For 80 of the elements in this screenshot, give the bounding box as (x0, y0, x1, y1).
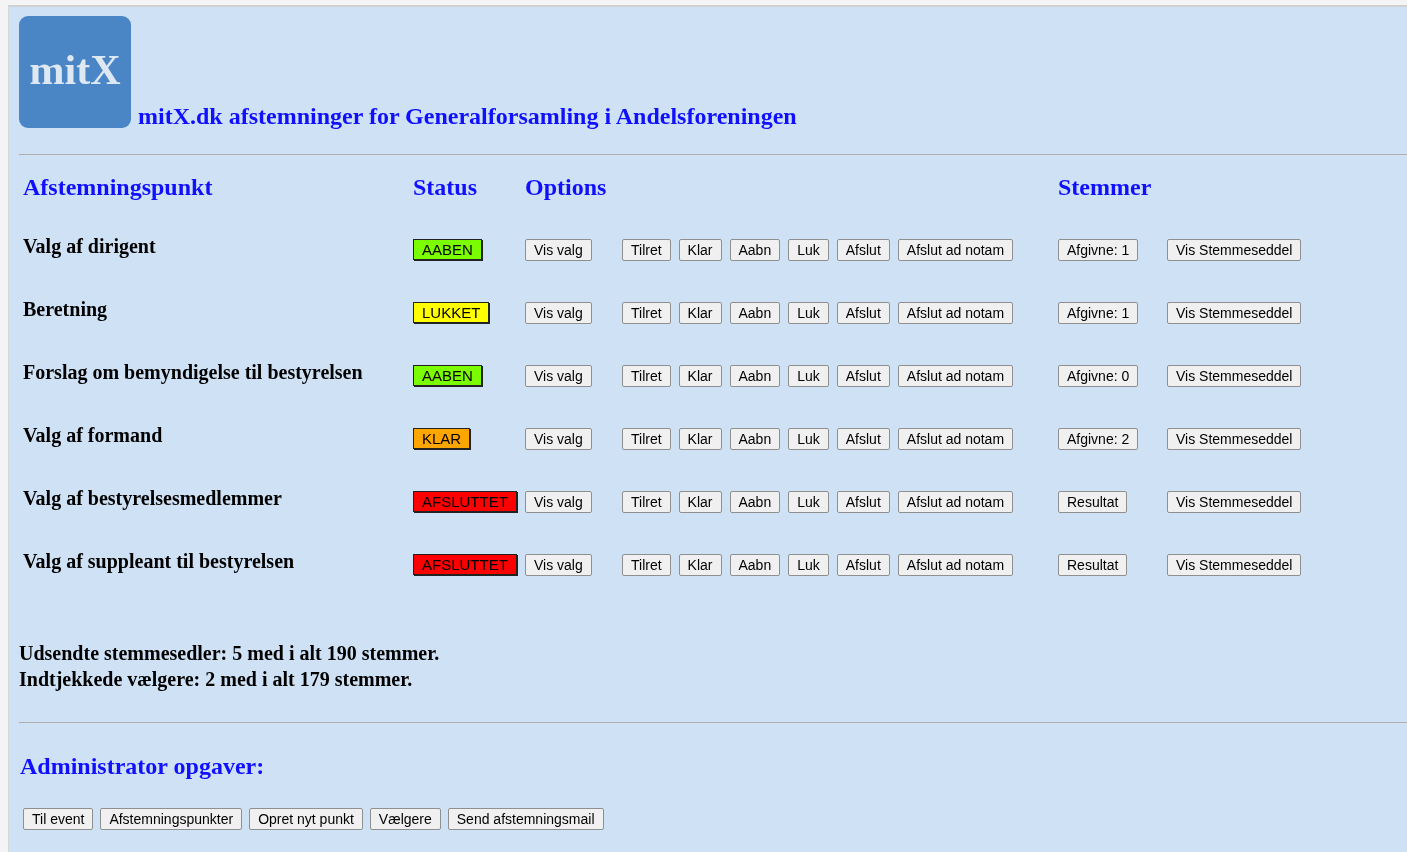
votes-button[interactable]: Afgivne: 0 (1058, 364, 1139, 387)
show-options-button[interactable]: Vis valg (525, 238, 592, 261)
action-button[interactable]: Aabn (729, 301, 781, 324)
show-options-button[interactable]: Vis valg (525, 427, 592, 450)
status-badge: AFSLUTTET (413, 491, 517, 512)
logo: mitX (19, 16, 131, 128)
action-button[interactable]: Klar (678, 427, 722, 450)
action-button[interactable]: Luk (788, 301, 829, 324)
status-badge: KLAR (413, 428, 471, 449)
ballot-button[interactable]: Vis Stemmeseddel (1167, 364, 1302, 387)
show-options-button[interactable]: Vis valg (525, 490, 592, 513)
action-button[interactable]: Klar (678, 490, 722, 513)
votes-button[interactable]: Afgivne: 1 (1058, 238, 1139, 261)
action-button[interactable]: Aabn (729, 427, 781, 450)
action-button[interactable]: Aabn (729, 364, 781, 387)
page-title: mitX.dk afstemninger for Generalforsamling i Andelsforeningen (138, 103, 797, 130)
admin-button[interactable]: Afstemningspunkter (100, 808, 243, 830)
summary-text: Indtjekkede vælgere: 2 med i alt 179 stemmer. (19, 667, 414, 692)
voting-item-name: Valg af dirigent (23, 235, 156, 258)
admin-button[interactable]: Til event (23, 808, 94, 830)
action-button[interactable]: Luk (788, 490, 829, 513)
action-button[interactable]: Afslut ad notam (897, 427, 1014, 450)
action-button[interactable]: Tilret (622, 301, 671, 324)
show-options-button[interactable]: Vis valg (525, 553, 592, 576)
action-button[interactable]: Klar (678, 364, 722, 387)
action-button[interactable]: Aabn (729, 490, 781, 513)
action-button[interactable]: Luk (788, 364, 829, 387)
action-button[interactable]: Afslut ad notam (897, 553, 1014, 576)
action-button[interactable]: Afslut (836, 301, 890, 324)
action-button[interactable]: Afslut ad notam (897, 490, 1014, 513)
section-title: Administrator opgaver: (20, 753, 266, 780)
column-header: Stemmer (1058, 174, 1152, 201)
ballot-button[interactable]: Vis Stemmeseddel (1167, 301, 1302, 324)
action-button[interactable]: Tilret (622, 490, 671, 513)
column-header: Status (413, 174, 478, 201)
admin-button[interactable]: Vælgere (369, 808, 441, 830)
action-button[interactable]: Tilret (622, 553, 671, 576)
action-button[interactable]: Tilret (622, 238, 671, 261)
admin-button[interactable]: Opret nyt punkt (249, 808, 363, 830)
ballot-button[interactable]: Vis Stemmeseddel (1167, 427, 1302, 450)
status-badge: AFSLUTTET (413, 554, 517, 575)
ballot-button[interactable]: Vis Stemmeseddel (1167, 553, 1302, 576)
status-badge: AABEN (413, 239, 482, 260)
action-button[interactable]: Aabn (729, 238, 781, 261)
voting-item-name: Valg af formand (23, 424, 163, 447)
action-button[interactable]: Klar (678, 301, 722, 324)
action-button[interactable]: Afslut (836, 364, 890, 387)
action-button[interactable]: Afslut (836, 238, 890, 261)
action-button[interactable]: Luk (788, 427, 829, 450)
action-button[interactable]: Klar (678, 238, 722, 261)
votes-button[interactable]: Resultat (1058, 490, 1128, 513)
voting-item-name: Valg af suppleant til bestyrelsen (23, 550, 295, 573)
action-button[interactable]: Afslut ad notam (897, 301, 1014, 324)
show-options-button[interactable]: Vis valg (525, 364, 592, 387)
status-badge: AABEN (413, 365, 482, 386)
action-button[interactable]: Tilret (622, 364, 671, 387)
ballot-button[interactable]: Vis Stemmeseddel (1167, 238, 1302, 261)
admin-button[interactable]: Send afstemningsmail (447, 808, 604, 830)
column-header: Options (525, 174, 607, 201)
action-button[interactable]: Tilret (622, 427, 671, 450)
votes-button[interactable]: Resultat (1058, 553, 1128, 576)
action-button[interactable]: Luk (788, 553, 829, 576)
votes-button[interactable]: Afgivne: 1 (1058, 301, 1139, 324)
voting-item-name: Beretning (23, 298, 108, 321)
action-button[interactable]: Luk (788, 238, 829, 261)
status-badge: LUKKET (413, 302, 490, 323)
column-header: Afstemningspunkt (23, 174, 213, 201)
action-button[interactable]: Klar (678, 553, 722, 576)
show-options-button[interactable]: Vis valg (525, 301, 592, 324)
action-button[interactable]: Aabn (729, 553, 781, 576)
action-button[interactable]: Afslut ad notam (897, 238, 1014, 261)
voting-item-name: Forslag om bemyndigelse til bestyrelsen (23, 361, 363, 384)
votes-button[interactable]: Afgivne: 2 (1058, 427, 1139, 450)
action-button[interactable]: Afslut (836, 490, 890, 513)
summary-text: Udsendte stemmesedler: 5 med i alt 190 stemmer. (19, 641, 441, 666)
action-button[interactable]: Afslut (836, 553, 890, 576)
action-button[interactable]: Afslut (836, 427, 890, 450)
ballot-button[interactable]: Vis Stemmeseddel (1167, 490, 1302, 513)
voting-item-name: Valg af bestyrelsesmedlemmer (23, 487, 282, 510)
action-button[interactable]: Afslut ad notam (897, 364, 1014, 387)
